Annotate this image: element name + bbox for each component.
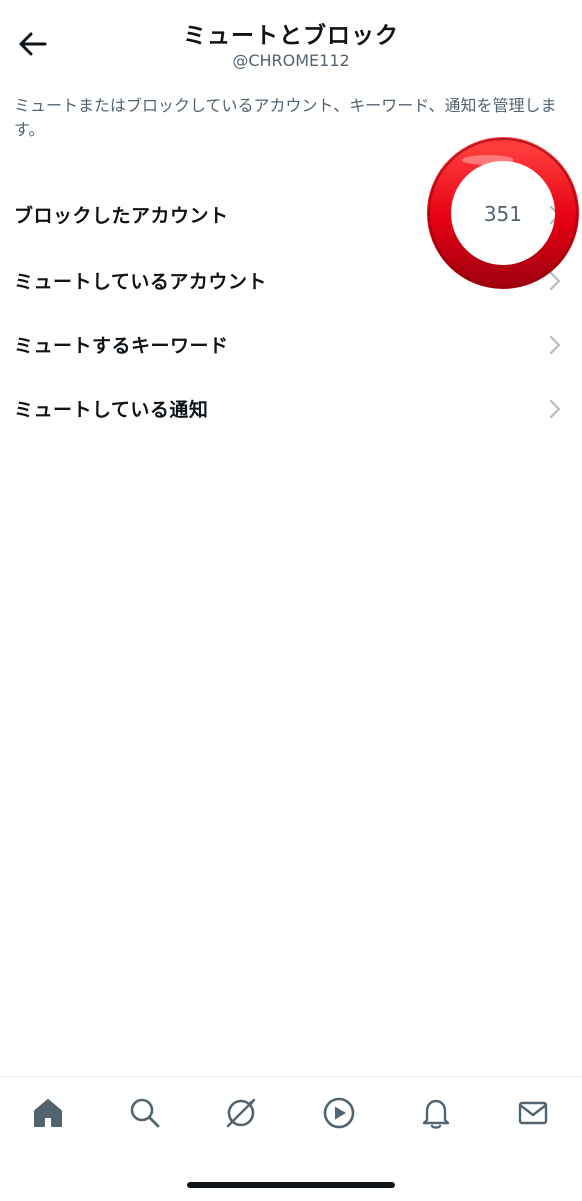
- account-handle: @CHROME112: [232, 51, 350, 70]
- chevron-right-icon: [549, 271, 561, 291]
- menu-item-muted-accounts[interactable]: ミュートしているアカウント: [0, 248, 582, 312]
- tab-spaces[interactable]: [221, 1093, 261, 1133]
- menu-item-label: ミュートしているアカウント: [14, 270, 267, 293]
- chevron-right-icon: [549, 399, 561, 419]
- home-icon: [34, 1099, 62, 1127]
- header: ミュートとブロック @CHROME112: [0, 0, 582, 90]
- bell-icon: [422, 1099, 450, 1129]
- mail-icon: [518, 1101, 548, 1125]
- tab-notifications[interactable]: [416, 1093, 456, 1133]
- menu-item-blocked-accounts[interactable]: ブロックしたアカウント 351: [0, 182, 582, 246]
- page-title: ミュートとブロック: [183, 23, 399, 49]
- tab-video[interactable]: [319, 1093, 359, 1133]
- spaces-icon: [226, 1098, 256, 1128]
- menu-item-muted-keywords[interactable]: ミュートするキーワード: [0, 312, 582, 376]
- home-indicator: [187, 1182, 395, 1188]
- video-play-icon: [323, 1097, 355, 1129]
- menu-item-muted-notifications[interactable]: ミュートしている通知: [0, 376, 582, 440]
- chevron-right-icon: [549, 205, 561, 225]
- menu-item-label: ブロックしたアカウント: [14, 204, 229, 227]
- search-icon: [130, 1098, 160, 1128]
- blocked-count: 351: [483, 202, 522, 226]
- chevron-right-icon: [549, 335, 561, 355]
- tab-home[interactable]: [28, 1093, 68, 1133]
- page-description: ミュートまたはブロックしているアカウント、キーワード、通知を管理します。: [14, 96, 557, 139]
- menu-item-label: ミュートするキーワード: [14, 334, 229, 357]
- menu-item-label: ミュートしている通知: [14, 398, 209, 421]
- tab-search[interactable]: [125, 1093, 165, 1133]
- tab-messages[interactable]: [513, 1093, 553, 1133]
